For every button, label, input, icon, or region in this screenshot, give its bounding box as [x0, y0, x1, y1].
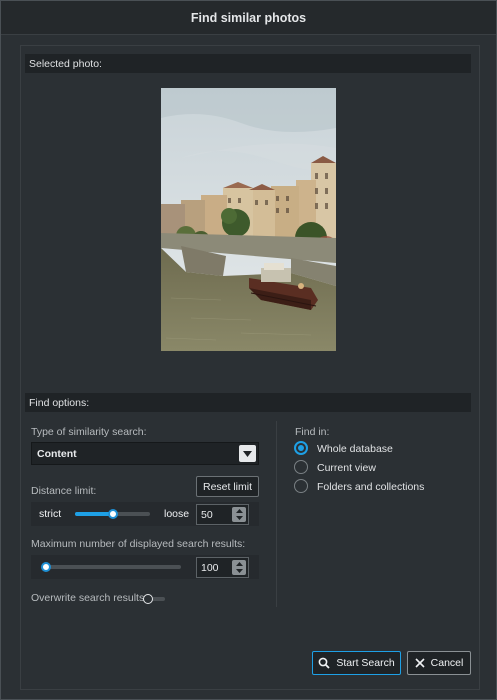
start-search-button[interactable]: Start Search	[312, 651, 401, 675]
max-results-value: 100	[201, 561, 219, 574]
overwrite-results-label: Overwrite search results:	[31, 592, 148, 604]
reset-limit-button-label: Reset limit	[202, 480, 252, 493]
radio-current-view[interactable]	[294, 460, 308, 474]
similarity-type-value: Content	[37, 447, 77, 460]
radio-whole-database[interactable]	[294, 441, 308, 455]
distance-limit-value: 50	[201, 508, 213, 521]
find-in-label: Find in:	[295, 426, 330, 438]
dialog-title: Find similar photos	[190, 10, 307, 25]
dialog-titlebar: Find similar photos	[1, 1, 496, 35]
max-results-slider-track[interactable]	[43, 565, 181, 569]
start-search-label: Start Search	[336, 657, 395, 669]
strict-label: strict	[39, 508, 62, 520]
radio-label-whole-database: Whole database	[317, 443, 393, 455]
max-results-label: Maximum number of displayed search resul…	[31, 538, 246, 550]
radio-folders-collections[interactable]	[294, 479, 308, 493]
radio-label-folders-collections: Folders and collections	[317, 481, 425, 493]
search-icon	[318, 657, 330, 669]
similarity-type-select[interactable]: Content	[31, 442, 259, 465]
find-options-header: Find options:	[25, 393, 471, 412]
radio-label-current-view: Current view	[317, 462, 376, 474]
chevron-down-icon[interactable]	[239, 445, 256, 462]
max-results-spinbox[interactable]: 100	[196, 557, 249, 578]
selected-photo-header: Selected photo:	[25, 54, 471, 73]
close-icon	[415, 658, 425, 668]
options-divider	[276, 421, 277, 607]
distance-limit-slider-fill	[75, 512, 113, 516]
cancel-button[interactable]: Cancel	[407, 651, 471, 675]
distance-limit-slider-thumb[interactable]	[107, 509, 118, 519]
max-results-slider-thumb[interactable]	[41, 562, 51, 572]
spin-arrows-icon[interactable]	[232, 560, 246, 575]
toggle-knob	[143, 594, 153, 604]
spin-arrows-icon[interactable]	[232, 507, 246, 522]
similarity-type-label: Type of similarity search:	[31, 426, 147, 438]
selected-photo-image	[161, 88, 336, 351]
reset-limit-button[interactable]: Reset limit	[196, 476, 259, 497]
distance-limit-spinbox[interactable]: 50	[196, 504, 249, 525]
distance-limit-label: Distance limit:	[31, 485, 97, 497]
cancel-label: Cancel	[430, 657, 464, 669]
selected-photo-header-label: Selected photo:	[29, 57, 102, 70]
find-options-header-label: Find options:	[29, 396, 90, 409]
loose-label: loose	[164, 508, 190, 520]
overwrite-results-toggle[interactable]	[143, 594, 165, 604]
